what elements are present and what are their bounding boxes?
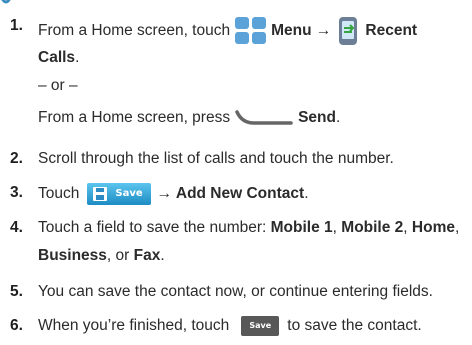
step-1-line-1: From a Home screen, touch Menu → Recent [38, 16, 417, 46]
step-number: 1. [10, 17, 23, 34]
recent-calls-icon [335, 16, 361, 46]
step-number: 2. [10, 150, 23, 167]
step-number: 4. [10, 219, 23, 236]
send-key-icon [234, 109, 294, 127]
save-disk-icon [93, 187, 108, 201]
step-number: 6. [10, 317, 23, 334]
step-number: 3. [10, 184, 23, 201]
save-button[interactable]: Save [87, 183, 151, 205]
menu-grid-icon [234, 16, 267, 46]
save-button-small[interactable]: Save [241, 316, 280, 336]
step-number: 5. [10, 283, 23, 300]
cut-off-heading-fragment [0, 0, 12, 4]
